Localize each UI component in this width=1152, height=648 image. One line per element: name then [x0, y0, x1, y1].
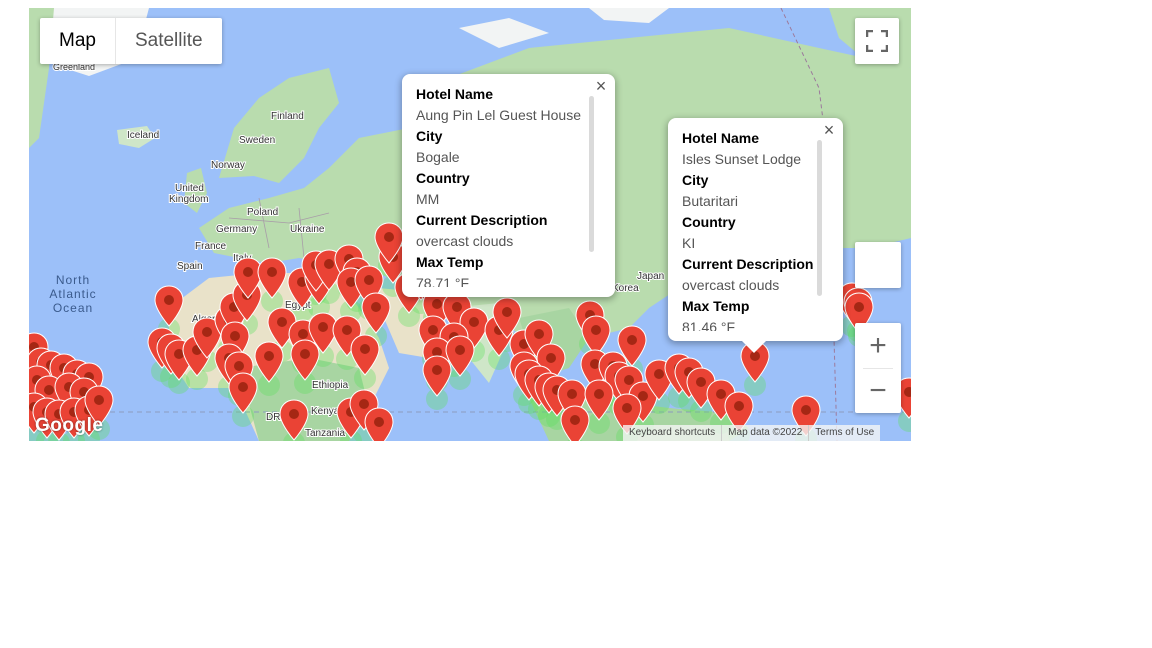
- label-iceland: Iceland: [127, 130, 159, 141]
- label-north-atlantic-1: North: [56, 273, 90, 287]
- label-spain: Spain: [177, 261, 203, 272]
- field-value: Aung Pin Lel Guest House: [416, 107, 581, 123]
- field-value: 81.46 °F: [682, 319, 736, 331]
- terms-of-use-link[interactable]: Terms of Use: [808, 425, 880, 441]
- label-france: France: [195, 241, 227, 252]
- field-key: Current Description: [416, 212, 548, 228]
- map-type-control: Map Satellite: [40, 18, 222, 64]
- zoom-control: + −: [855, 323, 901, 413]
- fullscreen-button[interactable]: [855, 18, 899, 64]
- field-value: Bogale: [416, 149, 460, 165]
- label-korea: Korea: [612, 283, 639, 294]
- label-kenya: Kenya: [311, 406, 340, 417]
- info-window-scrollbar[interactable]: [817, 140, 822, 296]
- info-window-hotel-1: Hotel Name Aung Pin Lel Guest House City…: [402, 74, 615, 297]
- label-ethiopia: Ethiopia: [312, 380, 349, 391]
- field-value: Isles Sunset Lodge: [682, 151, 802, 167]
- zoom-in-button[interactable]: +: [855, 324, 901, 368]
- field-key: City: [682, 172, 709, 188]
- label-north-atlantic-3: Ocean: [53, 301, 93, 315]
- label-norway: Norway: [211, 160, 245, 171]
- field-value: overcast clouds: [416, 233, 514, 249]
- field-key: Country: [416, 170, 470, 186]
- label-tanzania: Tanzania: [305, 428, 345, 439]
- label-united-kingdom-1: United: [175, 183, 204, 194]
- close-icon[interactable]: ×: [819, 120, 839, 140]
- google-logo[interactable]: Google: [35, 415, 103, 437]
- label-finland: Finland: [271, 111, 304, 122]
- label-ukraine: Ukraine: [290, 224, 325, 235]
- pegman-button[interactable]: [855, 242, 901, 288]
- info-window-content: Hotel Name Aung Pin Lel Guest House City…: [416, 84, 588, 287]
- field-value: 78.71 °F: [416, 275, 470, 287]
- fullscreen-icon: [866, 30, 888, 52]
- field-key: City: [416, 128, 443, 144]
- info-window-scrollbar[interactable]: [589, 96, 594, 252]
- map-canvas[interactable]: Greenland Iceland Finland Sweden Norway …: [29, 8, 911, 441]
- label-japan: Japan: [637, 271, 664, 282]
- keyboard-shortcuts-link[interactable]: Keyboard shortcuts: [623, 425, 721, 441]
- field-key: Country: [682, 214, 736, 230]
- map-type-map-button[interactable]: Map: [40, 18, 115, 64]
- map-data-text: Map data ©2022: [721, 425, 808, 441]
- field-value: MM: [416, 191, 440, 207]
- info-window-content: Hotel Name Isles Sunset Lodge City Butar…: [682, 128, 822, 331]
- info-window-tail: [742, 341, 766, 353]
- field-value: KI: [682, 235, 696, 251]
- field-value: Butaritari: [682, 193, 739, 209]
- info-window-hotel-2: Hotel Name Isles Sunset Lodge City Butar…: [668, 118, 843, 353]
- label-sweden: Sweden: [239, 135, 275, 146]
- field-key: Hotel Name: [416, 86, 494, 102]
- field-value: overcast clouds: [682, 277, 780, 293]
- label-north-atlantic-2: Atlantic: [49, 287, 96, 301]
- field-key: Current Description: [682, 256, 814, 272]
- field-key: Hotel Name: [682, 130, 760, 146]
- label-germany: Germany: [216, 224, 257, 235]
- zoom-out-button[interactable]: −: [855, 369, 901, 413]
- map-type-satellite-button[interactable]: Satellite: [114, 18, 222, 64]
- field-key: Max Temp: [682, 298, 750, 314]
- close-icon[interactable]: ×: [591, 76, 611, 96]
- attribution-bar: Keyboard shortcuts Map data ©2022 Terms …: [623, 425, 881, 441]
- field-key: Max Temp: [416, 254, 484, 270]
- label-united-kingdom-2: Kingdom: [169, 194, 208, 205]
- label-poland: Poland: [247, 207, 278, 218]
